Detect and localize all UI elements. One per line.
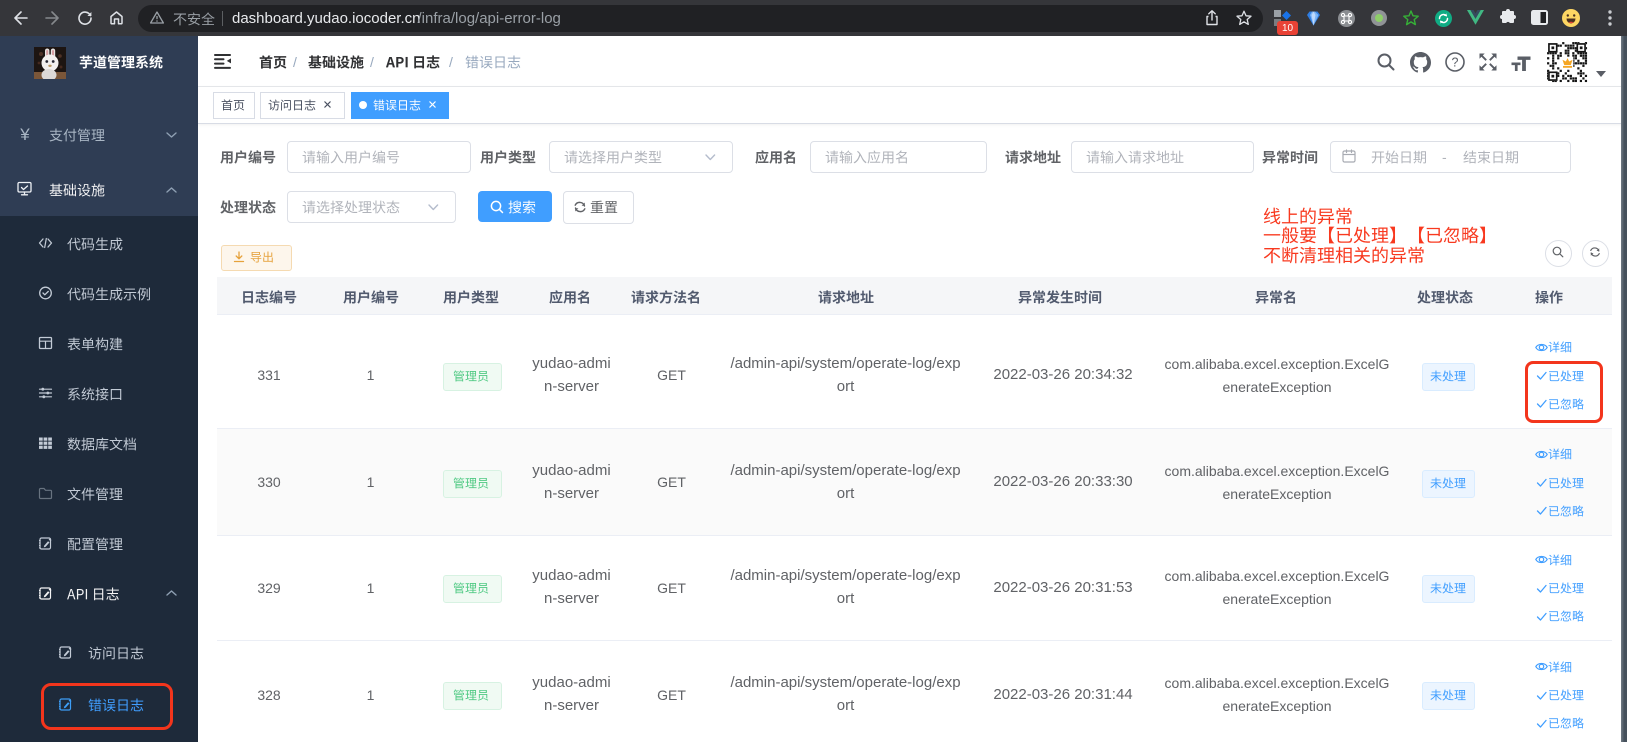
svg-text:?: ? [1452,55,1459,69]
svg-text:¥: ¥ [19,125,30,142]
